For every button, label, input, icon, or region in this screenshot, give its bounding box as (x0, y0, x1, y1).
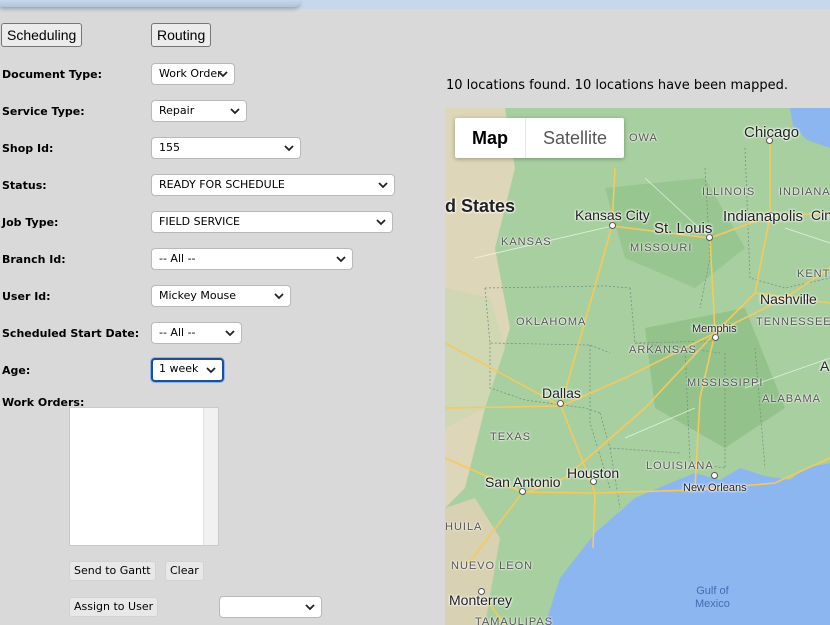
mississippi-label: MISSISSIPPI (687, 377, 764, 389)
san-antonio-label: San Antonio (485, 474, 561, 490)
job-type-label: Job Type: (2, 216, 59, 229)
document-type-label: Document Type: (2, 68, 102, 81)
shop-id-value: 155 (159, 141, 180, 154)
chevron-down-icon (230, 108, 240, 115)
scheduling-tab-button[interactable]: Scheduling (1, 23, 83, 47)
document-type-select[interactable]: Work Order (151, 63, 235, 85)
kansas-city-label: Kansas City (575, 207, 650, 223)
new-orleans-dot (711, 472, 718, 479)
scheduled-start-date-value: -- All -- (159, 326, 196, 339)
scheduled-start-date-label: Scheduled Start Date: (2, 327, 140, 340)
oklahoma-label: OKLAHOMA (516, 316, 587, 328)
monterrey-label: Monterrey (449, 592, 513, 608)
user-id-value: Mickey Mouse (159, 289, 237, 302)
assign-to-user-button[interactable]: Assign to User (69, 597, 159, 617)
dallas-label: Dallas (542, 385, 581, 401)
arkansas-label: ARKANSAS (629, 344, 697, 356)
shop-id-select[interactable]: 155 (151, 137, 301, 159)
chevron-down-icon (336, 256, 346, 263)
united-states-label: d States (445, 196, 516, 216)
scheduled-start-date-select[interactable]: -- All -- (151, 322, 242, 344)
map-view[interactable]: Map Satellite Chicago OWA ILLINOIS INDIA… (445, 108, 830, 625)
age-value: 1 week (159, 362, 199, 375)
new-orleans-label: New Orleans (683, 482, 747, 494)
memphis-label: Memphis (692, 323, 737, 335)
age-select[interactable]: 1 week (151, 358, 224, 382)
status-label: Status: (2, 179, 47, 192)
tennessee-label: TENNESSEE (756, 316, 830, 328)
coahuila-label: HUILA (445, 521, 483, 533)
atlanta-label: A (820, 358, 830, 374)
chevron-down-icon (305, 604, 315, 611)
status-value: READY FOR SCHEDULE (159, 178, 285, 191)
routing-tab-button[interactable]: Routing (151, 23, 212, 47)
top-banner-tab (0, 0, 300, 7)
user-id-select[interactable]: Mickey Mouse (151, 285, 291, 307)
chevron-down-icon (376, 219, 386, 226)
gulf-of-mexico-label: Gulf of Mexico (695, 585, 730, 611)
mexico-label: Mexico (695, 598, 730, 610)
age-label: Age: (2, 364, 31, 377)
map-type-map-button[interactable]: Map (455, 118, 525, 158)
clear-button[interactable]: Clear (165, 561, 204, 581)
work-orders-scrollbar[interactable] (203, 408, 218, 545)
texas-label: TEXAS (490, 431, 532, 443)
map-type-control: Map Satellite (455, 118, 625, 158)
send-to-gantt-button[interactable]: Send to Gantt (69, 561, 156, 581)
illinois-label: ILLINOIS (702, 186, 756, 198)
chevron-down-icon (284, 145, 294, 152)
map-type-satellite-button[interactable]: Satellite (525, 118, 624, 158)
service-type-label: Service Type: (2, 105, 85, 118)
memphis-dot (712, 334, 719, 341)
tamaulipas-label: TAMAULIPAS (475, 616, 554, 625)
chevron-down-icon (274, 293, 284, 300)
chevron-down-icon (206, 367, 216, 374)
st-louis-label: St. Louis (654, 220, 713, 237)
indianapolis-label: Indianapolis (723, 208, 804, 225)
dallas-dot (557, 400, 564, 407)
nashville-label: Nashville (760, 291, 817, 307)
kentucky-label: KENT (797, 268, 830, 280)
map-status-text: 10 locations found. 10 locations have be… (446, 78, 789, 93)
user-id-label: User Id: (2, 290, 51, 303)
job-type-select[interactable]: FIELD SERVICE (151, 211, 393, 233)
assign-user-select[interactable] (219, 596, 322, 618)
iowa-label: OWA (629, 132, 658, 144)
job-type-value: FIELD SERVICE (159, 215, 240, 228)
nuevo-leon-label: NUEVO LEON (451, 560, 534, 572)
service-type-select[interactable]: Repair (151, 100, 247, 122)
missouri-label: MISSOURI (630, 242, 693, 254)
document-type-value: Work Order (159, 67, 222, 80)
kansas-city-dot (609, 222, 616, 229)
kansas-label: KANSAS (501, 236, 552, 248)
work-orders-listbox[interactable] (69, 407, 219, 546)
chevron-down-icon (378, 182, 388, 189)
chicago-label: Chicago (744, 124, 800, 141)
chevron-down-icon (218, 71, 228, 78)
branch-id-select[interactable]: -- All -- (151, 248, 353, 270)
status-select[interactable]: READY FOR SCHEDULE (151, 174, 395, 196)
service-type-value: Repair (159, 104, 195, 117)
shop-id-label: Shop Id: (2, 142, 54, 155)
chevron-down-icon (225, 330, 235, 337)
louisiana-label: LOUISIANA (646, 460, 714, 472)
map-canvas (445, 108, 830, 625)
branch-id-label: Branch Id: (2, 253, 66, 266)
gulf-label: Gulf of (696, 585, 729, 597)
houston-label: Houston (567, 465, 620, 481)
alabama-label: ALABAMA (762, 393, 821, 405)
indiana-label: INDIANA (779, 186, 830, 198)
branch-id-value: -- All -- (159, 252, 196, 265)
cincinnati-label: Cin (811, 207, 830, 223)
